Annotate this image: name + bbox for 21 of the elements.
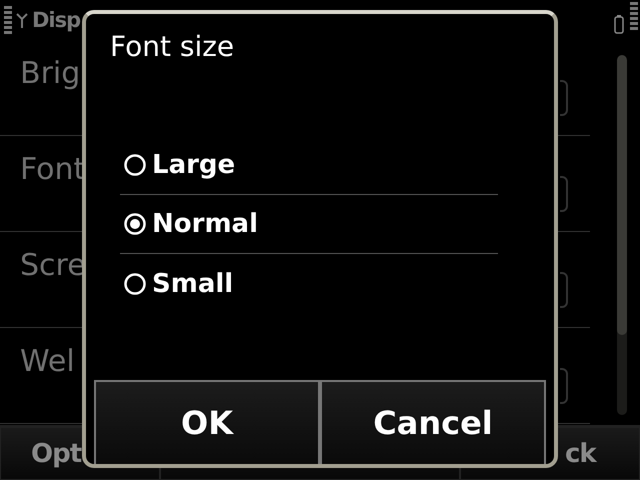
option-label[interactable]: Small [152,268,234,298]
options-softkey[interactable]: Opt [31,438,82,468]
back-softkey[interactable]: ck [565,438,596,468]
battery-icon [614,14,624,34]
scrollbar[interactable] [617,55,627,415]
setting-label[interactable]: Wel [0,328,75,379]
option-label[interactable]: Large [152,150,236,180]
screen-title: Disp [32,8,80,32]
setting-label[interactable]: Scre [0,232,86,283]
setting-label[interactable]: Brig [0,40,80,91]
radio-button[interactable] [124,272,146,294]
signal-icon [4,6,12,34]
dialog-title: Font size [109,29,236,65]
radio-button[interactable] [124,213,146,235]
battery-level-icon [630,2,638,30]
antenna-icon [16,12,28,28]
cancel-button[interactable]: Cancel [320,380,546,464]
ok-button[interactable]: OK [94,380,320,464]
setting-label[interactable]: Font [0,136,86,187]
radio-button[interactable] [124,154,146,176]
option-label[interactable]: Normal [152,209,258,239]
